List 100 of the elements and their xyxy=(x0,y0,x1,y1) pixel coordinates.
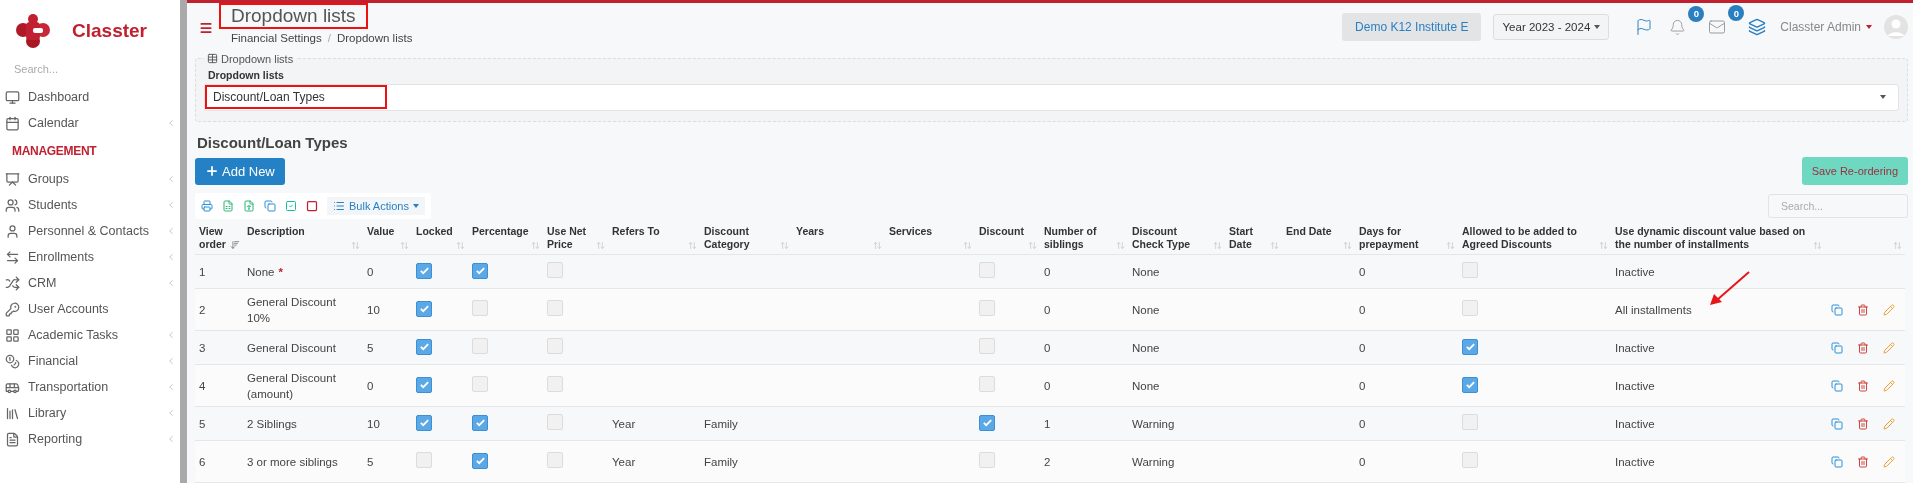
sidebar-item[interactable]: Academic Tasks xyxy=(0,322,180,348)
bulk-actions-button[interactable]: Bulk Actions xyxy=(327,196,425,215)
column-header[interactable]: Years xyxy=(796,224,871,238)
column-header[interactable]: Discount xyxy=(979,224,1026,238)
trash-icon[interactable] xyxy=(1857,303,1869,316)
column-header[interactable]: Services xyxy=(889,224,961,238)
trash-icon[interactable] xyxy=(1857,455,1869,468)
column-header[interactable]: View order xyxy=(199,224,229,251)
sort-icon[interactable] xyxy=(1213,241,1222,250)
column-header[interactable]: Discount Check Type xyxy=(1132,224,1211,251)
check-square-icon[interactable] xyxy=(285,199,297,212)
column-header[interactable]: Allowed to be added to Agreed Discounts xyxy=(1462,224,1597,251)
sort-icon[interactable] xyxy=(1813,241,1822,250)
copy-icon[interactable] xyxy=(1831,417,1843,430)
sidebar-item[interactable]: Financial xyxy=(0,348,180,374)
year-dropdown[interactable]: Year 2023 - 2024 xyxy=(1493,14,1610,40)
sidebar-item[interactable]: Students xyxy=(0,192,180,218)
menu-button[interactable] xyxy=(199,21,213,35)
sort-icon[interactable] xyxy=(1116,241,1125,250)
copy-icon[interactable] xyxy=(1831,303,1843,316)
checkbox[interactable] xyxy=(472,452,488,469)
sort-icon[interactable] xyxy=(1446,241,1455,250)
column-header[interactable]: Start Date xyxy=(1229,224,1268,251)
table-search-field[interactable]: Search... xyxy=(1768,193,1908,218)
table-cell: Inactive xyxy=(1615,417,1655,430)
column-header[interactable]: Discount Category xyxy=(704,224,778,251)
copy-icon[interactable] xyxy=(1831,379,1843,392)
sort-icon[interactable] xyxy=(596,241,605,250)
sort-icon[interactable] xyxy=(1028,241,1037,250)
column-header[interactable]: Refers To xyxy=(612,224,686,238)
column-header[interactable]: Locked xyxy=(416,224,454,238)
spreadsheet-icon[interactable] xyxy=(222,199,234,212)
sidebar-item[interactable]: Groups xyxy=(0,166,180,192)
sidebar-item[interactable]: Reporting xyxy=(0,426,180,452)
pencil-icon[interactable] xyxy=(1883,341,1895,354)
sidebar-item[interactable]: User Accounts xyxy=(0,296,180,322)
checkbox[interactable] xyxy=(416,338,432,355)
monitor-icon xyxy=(5,89,20,105)
add-new-button[interactable]: Add New xyxy=(195,157,285,185)
trash-icon[interactable] xyxy=(1857,341,1869,354)
dropdown-field[interactable]: Discount/Loan Types xyxy=(204,83,1899,111)
checkbox[interactable] xyxy=(416,300,432,317)
sort-icon[interactable] xyxy=(1343,241,1352,250)
sort-icon[interactable] xyxy=(400,241,409,250)
sort-icon[interactable] xyxy=(456,241,465,250)
copy-icon[interactable] xyxy=(1831,455,1843,468)
sort-icon[interactable] xyxy=(688,241,697,250)
trash-icon[interactable] xyxy=(1857,379,1869,392)
sort-icon[interactable] xyxy=(1893,241,1902,250)
column-header[interactable]: Number of siblings xyxy=(1044,224,1114,251)
sidebar-item[interactable]: Personnel & Contacts xyxy=(0,218,180,244)
sort-icon[interactable] xyxy=(230,240,240,250)
checkbox[interactable] xyxy=(1462,338,1478,355)
sort-icon[interactable] xyxy=(873,241,882,250)
sort-icon[interactable] xyxy=(1599,241,1608,250)
sidebar-item[interactable]: CRM xyxy=(0,270,180,296)
copy-icon[interactable] xyxy=(1831,341,1843,354)
copy-icon[interactable] xyxy=(264,199,276,212)
sidebar-item[interactable]: Library xyxy=(0,400,180,426)
checkbox[interactable] xyxy=(472,414,488,431)
table-cell: 0 xyxy=(1359,379,1366,392)
column-header[interactable]: Use dynamic discount value based on the number of installments xyxy=(1615,224,1811,251)
search-field[interactable]: Search... xyxy=(14,60,164,78)
pencil-icon[interactable] xyxy=(1883,379,1895,392)
sidebar-item[interactable]: Calendar xyxy=(0,110,180,136)
scrollbar[interactable] xyxy=(180,0,187,483)
checkbox[interactable] xyxy=(416,262,432,279)
column-header[interactable]: Days for prepayment xyxy=(1359,224,1444,251)
printer-icon[interactable] xyxy=(201,199,213,212)
checkbox[interactable] xyxy=(472,262,488,279)
arrows-icon xyxy=(5,249,20,265)
checkbox[interactable] xyxy=(979,414,995,431)
checkbox[interactable] xyxy=(416,414,432,431)
column-header[interactable]: Description xyxy=(247,224,349,238)
checkbox[interactable] xyxy=(416,376,432,393)
breadcrumb-link[interactable]: Financial Settings xyxy=(231,32,322,44)
sort-icon[interactable] xyxy=(1270,241,1279,250)
column-header[interactable]: Value xyxy=(367,224,398,238)
checkbox[interactable] xyxy=(1462,376,1478,393)
table-cell: 1 xyxy=(1044,417,1051,430)
pencil-icon[interactable] xyxy=(1883,303,1895,316)
sort-icon[interactable] xyxy=(531,241,540,250)
trash-icon[interactable] xyxy=(1857,417,1869,430)
square-icon[interactable] xyxy=(306,199,318,212)
column-header[interactable]: Use Net Price xyxy=(547,224,594,251)
sidebar-item[interactable]: Enrollments xyxy=(0,244,180,270)
sort-icon[interactable] xyxy=(963,241,972,250)
user-menu[interactable]: Classter Admin xyxy=(1780,20,1872,34)
description-text: General Discount 10% xyxy=(247,295,336,324)
sidebar-item[interactable]: Dashboard xyxy=(0,84,180,110)
pencil-icon[interactable] xyxy=(1883,455,1895,468)
logo-icon xyxy=(16,13,50,49)
column-header[interactable]: Percentage xyxy=(472,224,529,238)
pencil-icon[interactable] xyxy=(1883,417,1895,430)
file-icon[interactable] xyxy=(243,199,255,212)
sort-icon[interactable] xyxy=(351,241,360,250)
sort-icon[interactable] xyxy=(780,241,789,250)
column-header[interactable]: End Date xyxy=(1286,224,1341,238)
sidebar-item[interactable]: Transportation xyxy=(0,374,180,400)
breadcrumb-link[interactable]: Dropdown lists xyxy=(337,32,413,44)
